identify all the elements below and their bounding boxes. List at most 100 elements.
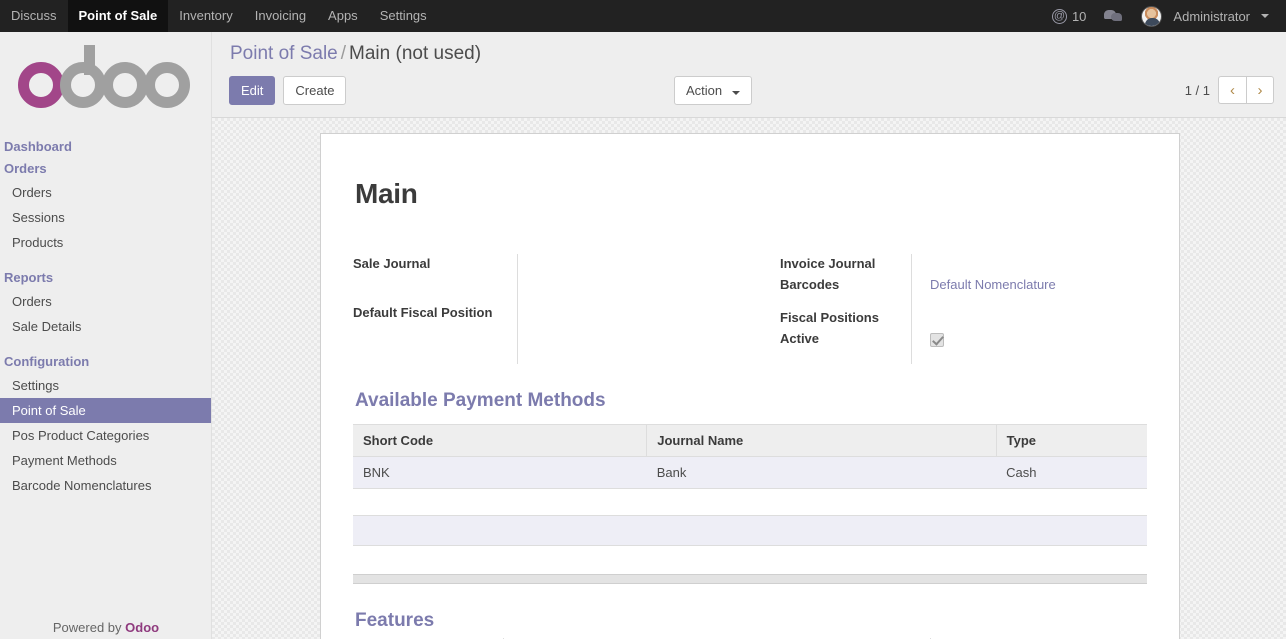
field-sale-journal: Sale Journal — [353, 254, 725, 273]
mention-count: 10 — [1071, 8, 1087, 24]
field-default-fiscal-position: Default Fiscal Position — [353, 303, 725, 322]
control-panel-buttons: Edit Create — [229, 76, 347, 105]
sidebar-item-sessions[interactable]: Sessions — [0, 205, 211, 230]
action-button-inner[interactable]: Action — [674, 76, 752, 105]
field-value-sale-journal[interactable] — [503, 254, 725, 273]
logo-ring-3 — [102, 62, 148, 108]
payment-methods-table-head: Short Code Journal Name Type — [353, 424, 1147, 457]
breadcrumb-separator: / — [340, 43, 347, 64]
field-value-invoice-journal[interactable] — [930, 254, 1147, 273]
sidebar-item-settings[interactable]: Settings — [0, 373, 211, 398]
chevron-down-icon — [1261, 14, 1269, 18]
action-dropdown[interactable]: Action — [674, 76, 752, 105]
content-area: Main Sale Journal Default Fiscal Positio… — [212, 118, 1286, 639]
sidebar-item-barcode-nomenclatures[interactable]: Barcode Nomenclatures — [0, 473, 211, 498]
navbar-item-apps[interactable]: Apps — [317, 0, 369, 32]
powered-by-footer: Powered by Odoo — [0, 620, 212, 639]
sidebar-section-reports: Reports — [4, 270, 54, 285]
active-checkbox[interactable] — [930, 332, 944, 347]
navbar-right-group: @ 10 Administrator — [1043, 0, 1286, 32]
sidebar-item-point-of-sale[interactable]: Point of Sale — [0, 398, 211, 423]
navbar-item-point-of-sale[interactable]: Point of Sale — [67, 0, 169, 32]
odoo-brand-link[interactable]: Odoo — [125, 620, 159, 635]
field-barcodes: Barcodes Default Nomenclature — [780, 275, 1147, 294]
empty-table-row[interactable] — [353, 515, 1147, 546]
field-label-fiscal-positions: Fiscal Positions — [780, 310, 879, 325]
field-label-invoice-journal: Invoice Journal — [780, 256, 876, 271]
sidebar-item-reports-orders[interactable]: Orders — [0, 289, 211, 314]
chevron-right-icon[interactable]: › — [1246, 76, 1274, 104]
column-header-type[interactable]: Type — [996, 424, 1147, 457]
field-active: Active — [780, 329, 1147, 348]
sidebar-item-orders[interactable]: Orders — [0, 180, 211, 205]
table-header-row: Short Code Journal Name Type — [353, 424, 1147, 457]
breadcrumb: Point of Sale / Main (not used) — [230, 43, 481, 65]
pager-buttons: ‹ › — [1218, 76, 1274, 104]
sidebar-item-products[interactable]: Products — [0, 230, 211, 255]
pager-count: 1 / 1 — [1184, 82, 1210, 98]
logo-ring-1 — [18, 62, 64, 108]
edit-button[interactable]: Edit — [229, 76, 276, 105]
odoo-logo[interactable] — [0, 32, 211, 136]
field-value-default-fiscal-position[interactable] — [503, 303, 725, 322]
sidebar-section-dashboard[interactable]: Dashboard — [0, 136, 211, 158]
field-label-default-fiscal-position: Default Fiscal Position — [353, 305, 493, 320]
form-column-right: Invoice Journal Barcodes Default Nomencl… — [750, 254, 1147, 362]
action-button-label: Action — [686, 83, 723, 98]
control-panel: Point of Sale / Main (not used) Edit Creat… — [212, 32, 1286, 118]
sidebar-item-sale-details[interactable]: Sale Details — [0, 314, 211, 339]
navbar-item-invoicing[interactable]: Invoicing — [244, 0, 317, 32]
field-value-active — [930, 329, 1147, 348]
odoo-logo-rings — [18, 45, 211, 116]
cell-type: Cash — [996, 456, 1147, 489]
top-navbar: Discuss Point of Sale Inventory Invoicin… — [0, 0, 1286, 32]
sidebar-section-orders: Orders — [4, 161, 47, 176]
section-divider-bar — [353, 574, 1147, 584]
navbar-spacer — [438, 0, 1043, 32]
chevron-down-icon — [731, 91, 740, 95]
cell-journal-name: Bank — [646, 456, 997, 489]
cell-short-code: BNK — [353, 456, 647, 489]
field-label-barcodes: Barcodes — [780, 277, 840, 292]
chat-bubble-icon — [1104, 9, 1123, 23]
sidebar: Dashboard Orders Orders Sessions Product… — [0, 32, 212, 639]
navbar-item-settings[interactable]: Settings — [369, 0, 438, 32]
table-row[interactable]: BNK Bank Cash — [353, 456, 1147, 489]
at-icon: @ — [1051, 8, 1067, 24]
sidebar-section-configuration: Configuration — [4, 354, 90, 369]
field-invoice-journal: Invoice Journal — [780, 254, 1147, 273]
field-label-active: Active — [780, 331, 820, 346]
user-name: Administrator — [1173, 8, 1250, 24]
sidebar-item-pos-product-categories[interactable]: Pos Product Categories — [0, 423, 211, 448]
avatar — [1141, 5, 1163, 27]
mentions-button[interactable]: @ 10 — [1043, 8, 1095, 24]
section-title-features: Features — [355, 610, 435, 631]
barcode-nomenclature-link[interactable]: Default Nomenclature — [930, 277, 1056, 292]
field-label-sale-journal: Sale Journal — [353, 256, 431, 271]
field-value-fiscal-positions[interactable] — [930, 308, 1147, 327]
field-value-barcodes: Default Nomenclature — [930, 275, 1147, 294]
sidebar-item-payment-methods[interactable]: Payment Methods — [0, 448, 211, 473]
form-sheet: Main Sale Journal Default Fiscal Positio… — [320, 133, 1180, 639]
section-title-payment-methods: Available Payment Methods — [355, 390, 606, 411]
breadcrumb-root[interactable]: Point of Sale — [230, 43, 338, 64]
breadcrumb-current: Main (not used) — [349, 43, 482, 64]
field-fiscal-positions: Fiscal Positions — [780, 308, 1147, 327]
pager: 1 / 1 ‹ › — [1185, 76, 1274, 104]
chevron-left-icon[interactable]: ‹ — [1218, 76, 1246, 104]
powered-by-text: Powered by — [52, 620, 122, 635]
column-header-short-code[interactable]: Short Code — [353, 424, 648, 457]
page-title: Main — [355, 178, 418, 209]
form-column-left: Sale Journal Default Fiscal Position — [353, 254, 750, 362]
navbar-item-discuss[interactable]: Discuss — [0, 0, 68, 32]
navbar-item-inventory[interactable]: Inventory — [168, 0, 243, 32]
user-menu[interactable]: Administrator — [1132, 5, 1278, 27]
column-header-journal-name[interactable]: Journal Name — [646, 424, 997, 457]
logo-ring-4 — [144, 62, 190, 108]
logo-ring-2 — [60, 45, 106, 108]
form-groups: Sale Journal Default Fiscal Position Inv… — [353, 254, 1147, 364]
payment-methods-table-body: BNK Bank Cash — [353, 456, 1147, 489]
create-button[interactable]: Create — [283, 76, 347, 105]
messages-button[interactable] — [1095, 9, 1132, 23]
payment-methods-table: Short Code Journal Name Type BNK Bank Ca… — [353, 424, 1147, 489]
